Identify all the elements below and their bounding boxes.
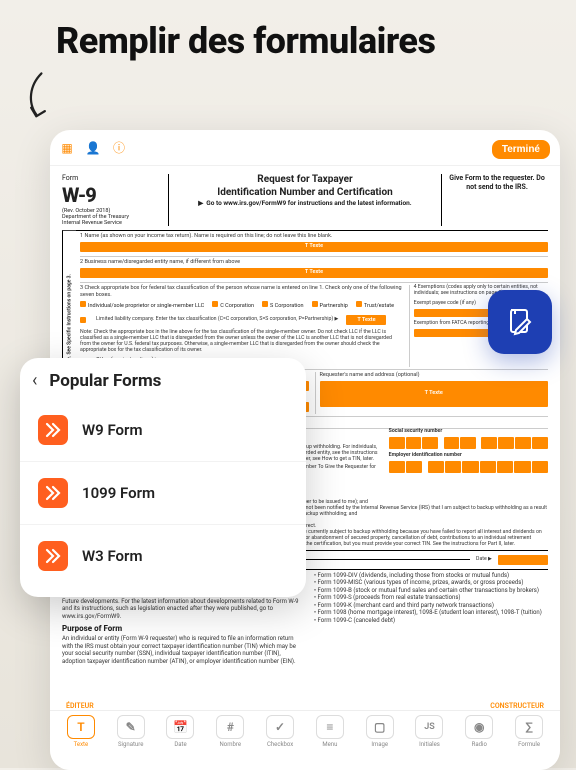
tool-date[interactable]: 📅Date <box>158 715 204 748</box>
llc-class-field[interactable]: T Texte <box>346 315 386 325</box>
tool-checkbox[interactable]: ✓Checkbox <box>257 715 303 748</box>
form-word: Form <box>62 174 164 183</box>
checkbox[interactable] <box>80 317 86 323</box>
form-item-label: 1099 Form <box>82 484 155 502</box>
form-icon <box>38 415 68 445</box>
person-icon[interactable]: 👤 <box>86 141 100 155</box>
row2-label: 2 Business name/disregarded entity name,… <box>80 259 548 266</box>
row1-label: 1 Name (as shown on your income tax retu… <box>80 233 548 240</box>
tool-formula[interactable]: ∑Formule <box>506 715 552 748</box>
ein-boxes[interactable] <box>389 461 548 473</box>
form-irs: Internal Revenue Service <box>62 220 164 226</box>
tool-menu[interactable]: ≡Menu <box>307 715 353 748</box>
form-give: Give Form to the requester. Do not send … <box>441 174 548 226</box>
form-item-w9[interactable]: W9 Form <box>20 399 306 461</box>
form-item-label: W9 Form <box>82 421 142 439</box>
tool-image[interactable]: ▢Image <box>357 715 403 748</box>
app-toolbar: ▦ 👤 ⓘ Terminé <box>50 130 560 166</box>
form-icon <box>38 478 68 508</box>
tool-tray: TTexte ✎Signature 📅Date #Nombre ✓Checkbo… <box>50 710 560 770</box>
hero-title: Remplir des formulaires <box>0 0 576 62</box>
checkbox[interactable] <box>212 301 218 307</box>
checkbox[interactable] <box>262 301 268 307</box>
bullet-list: Form 1099-DIV (dividends, including thos… <box>310 572 548 625</box>
purpose-heading: Purpose of Form <box>62 624 300 634</box>
tray-section-right: CONSTRUCTEUR <box>490 702 544 710</box>
form-item-label: W3 Form <box>82 547 142 565</box>
tool-radio[interactable]: ◉Radio <box>456 715 502 748</box>
form-title-2: Identification Number and Certification <box>175 187 435 200</box>
popular-title: Popular Forms <box>49 371 161 391</box>
form-icon <box>38 541 68 571</box>
requester-field[interactable]: T Texte <box>320 381 549 407</box>
llc-note: Note: Check the appropriate box in the l… <box>80 330 403 354</box>
form-code: W-9 <box>62 183 164 208</box>
form-goto: Go to www.irs.gov/FormW9 for instruction… <box>206 199 411 207</box>
row3-label: 3 Check appropriate box for federal tax … <box>80 285 403 299</box>
name-field[interactable]: T Texte <box>80 242 548 252</box>
popular-forms-card: ‹ Popular Forms W9 Form 1099 Form W3 For… <box>20 358 306 597</box>
form-item-w3[interactable]: W3 Form <box>20 524 306 587</box>
tray-section-left: ÉDITEUR <box>66 702 94 710</box>
business-field[interactable]: T Texte <box>80 268 548 278</box>
checkbox[interactable] <box>356 301 362 307</box>
info-icon[interactable]: ⓘ <box>112 141 126 155</box>
tool-number[interactable]: #Nombre <box>207 715 253 748</box>
form-title-1: Request for Taxpayer <box>175 174 435 187</box>
tool-initials[interactable]: JSInitiales <box>407 715 453 748</box>
form-item-1099[interactable]: 1099 Form <box>20 461 306 524</box>
arrow-doodle <box>20 70 56 130</box>
date-field[interactable] <box>498 555 548 565</box>
edit-badge[interactable] <box>488 290 552 354</box>
grid-icon[interactable]: ▦ <box>60 141 74 155</box>
classification-row: Individual/sole proprietor or single-mem… <box>80 301 403 310</box>
tool-signature[interactable]: ✎Signature <box>108 715 154 748</box>
checkbox[interactable] <box>312 301 318 307</box>
checkbox[interactable] <box>80 301 86 307</box>
back-icon[interactable]: ‹ <box>32 370 37 391</box>
tool-text[interactable]: TTexte <box>58 715 104 748</box>
done-button[interactable]: Terminé <box>492 140 550 159</box>
ssn-boxes[interactable] <box>389 437 548 449</box>
